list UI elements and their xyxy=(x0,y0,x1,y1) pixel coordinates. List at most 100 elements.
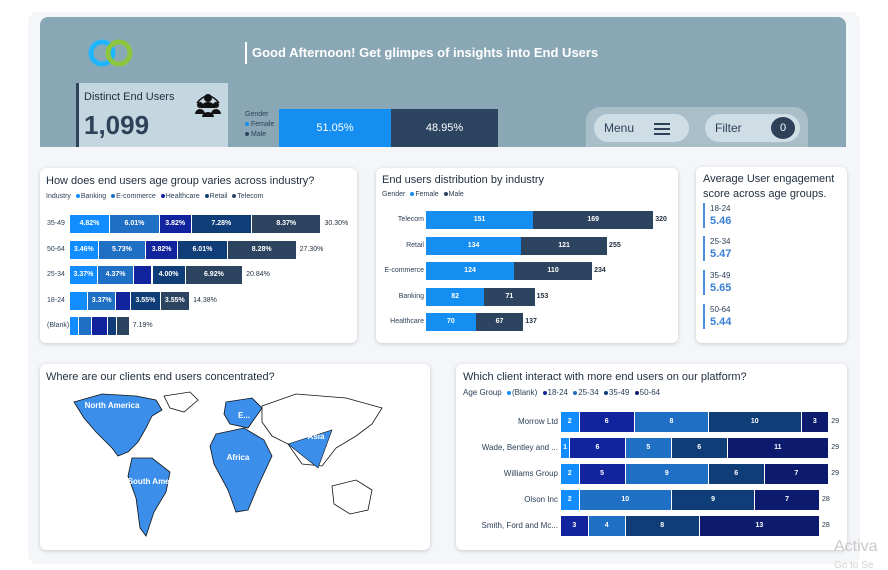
bar-segment[interactable]: 3.55% xyxy=(160,291,191,310)
bar-segment[interactable]: 2 xyxy=(561,490,580,510)
bar-segment[interactable] xyxy=(116,291,132,310)
bar-segment[interactable]: 3.37% xyxy=(88,291,117,310)
male-segment[interactable]: 67 xyxy=(475,313,524,331)
gender-legend-female: Female xyxy=(251,121,275,128)
row-total: 30.30% xyxy=(324,220,349,227)
kpi-value: 1,099 xyxy=(84,110,150,140)
male-segment[interactable]: 71 xyxy=(484,287,535,306)
legend-healthcare: Healthcare xyxy=(165,193,200,200)
bar-segment[interactable]: 8 xyxy=(635,412,709,432)
row-label: Retail xyxy=(406,241,424,249)
bar-segment[interactable]: 3 xyxy=(801,412,830,432)
legend-banking: Banking xyxy=(80,193,107,200)
south-america-region[interactable] xyxy=(127,457,171,537)
bar-segment[interactable]: 2 xyxy=(561,464,580,484)
bar-segment[interactable]: 6 xyxy=(570,438,626,458)
australia-shape xyxy=(331,479,373,515)
engagement-title-line1: Average User engagement xyxy=(703,173,835,185)
male-segment[interactable]: 169 xyxy=(533,211,654,229)
blank-dot-icon xyxy=(506,390,511,395)
bar-segment[interactable]: 6 xyxy=(672,438,728,458)
legend-50-64: 50-64 xyxy=(639,388,661,397)
kpi-label: Distinct End Users xyxy=(84,91,175,103)
row-label: (Blank) xyxy=(47,322,70,329)
filter-button[interactable]: Filter 0 xyxy=(705,114,800,142)
africa-region[interactable] xyxy=(209,427,273,513)
bar-segment[interactable]: 9 xyxy=(672,490,756,510)
male-segment[interactable]: 110 xyxy=(514,262,593,280)
bar-segment[interactable]: 6 xyxy=(579,412,635,432)
female-share-bar[interactable]: 51.05% xyxy=(279,109,391,147)
male-segment[interactable]: 121 xyxy=(521,236,608,255)
bar-segment[interactable]: 6.01% xyxy=(110,215,160,233)
bar-segment[interactable]: 4 xyxy=(588,516,626,536)
bar-segment[interactable]: 10 xyxy=(579,490,672,510)
row-total: 7.19% xyxy=(132,322,153,329)
bar-segment[interactable]: 7 xyxy=(755,490,820,510)
bar-segment[interactable]: 13 xyxy=(699,516,820,536)
bar-segment[interactable] xyxy=(108,317,118,335)
row-total: 29 xyxy=(831,444,840,451)
client-label: Smith, Ford and Mc... xyxy=(481,521,558,530)
bar-segment[interactable]: 7.28% xyxy=(191,215,253,233)
bar-segment[interactable]: 1 xyxy=(561,438,571,458)
row-total: 255 xyxy=(609,241,621,249)
bar-segment[interactable]: 9 xyxy=(625,464,709,484)
bar-segment[interactable]: 3.82% xyxy=(146,240,178,259)
bar-segment[interactable]: 6.01% xyxy=(177,240,228,259)
bar-segment[interactable]: 3.37% xyxy=(70,266,98,284)
female-segment[interactable]: 82 xyxy=(426,287,485,306)
bar-segment[interactable] xyxy=(117,317,130,335)
client-label: Morrow Ltd xyxy=(517,417,558,426)
bar-segment[interactable] xyxy=(134,266,153,284)
row-total: 28 xyxy=(822,522,830,529)
legend-25-34: 25-34 xyxy=(578,388,599,397)
bar-segment[interactable]: 11 xyxy=(727,438,830,458)
bar-segment[interactable] xyxy=(91,317,109,335)
bar-segment[interactable]: 3 xyxy=(561,516,589,536)
bar-segment[interactable] xyxy=(70,291,89,310)
row-label: Banking xyxy=(398,292,424,300)
female-segment[interactable]: 134 xyxy=(426,236,522,255)
industry-dist-title: End users distribution by industry xyxy=(382,174,545,186)
bar-segment[interactable]: 6 xyxy=(709,464,765,484)
engagement-age-label: 25-34 xyxy=(710,237,731,246)
bar-segment[interactable]: 4.00% xyxy=(152,266,186,284)
bar-segment[interactable]: 3.82% xyxy=(159,215,192,233)
row-label: 35-49 xyxy=(47,220,65,227)
bar-segment[interactable] xyxy=(79,317,92,335)
bar-segment[interactable]: 10 xyxy=(709,412,802,432)
bar-segment[interactable]: 8.37% xyxy=(252,215,322,233)
bar-segment[interactable]: 3.46% xyxy=(70,240,99,259)
bar-segment[interactable]: 2 xyxy=(561,412,580,432)
bar-segment[interactable]: 4.82% xyxy=(70,215,110,233)
engagement-score: 5.65 xyxy=(710,282,732,294)
logo-icon xyxy=(88,39,133,67)
industry-legend-title: Industry xyxy=(46,193,71,200)
age-50-64-dot-icon xyxy=(634,390,639,395)
row-label: 18-24 xyxy=(47,296,65,304)
bar-segment[interactable]: 5.73% xyxy=(98,240,147,259)
bar-segment[interactable]: 4.37% xyxy=(97,266,135,284)
bar-segment[interactable]: 6.92% xyxy=(185,266,244,284)
row-total: 14.38% xyxy=(193,296,217,304)
engagement-score: 5.47 xyxy=(710,248,732,260)
world-map[interactable]: North America E... Asia Africa South Ame… xyxy=(66,386,406,542)
female-segment[interactable]: 151 xyxy=(426,211,534,229)
bar-segment[interactable]: 8 xyxy=(625,516,700,536)
bar-segment[interactable]: 8.28% xyxy=(227,240,297,259)
female-segment[interactable]: 70 xyxy=(426,313,476,331)
male-dot-icon xyxy=(245,132,249,137)
gender-dist-legend: Gender Female Male xyxy=(382,191,464,198)
bar-segment[interactable] xyxy=(70,317,80,335)
male-share-bar[interactable]: 48.95% xyxy=(391,109,498,147)
client-label: Olson Inc xyxy=(524,495,558,504)
female-segment[interactable]: 124 xyxy=(426,262,515,280)
bar-segment[interactable]: 7 xyxy=(764,464,830,484)
distinct-users-card: Distinct End Users 1,099 xyxy=(76,83,228,147)
bar-segment[interactable]: 5 xyxy=(625,438,672,458)
row-total: 20.84% xyxy=(246,271,270,278)
menu-button[interactable]: Menu xyxy=(594,114,689,142)
bar-segment[interactable]: 3.55% xyxy=(131,291,161,310)
bar-segment[interactable]: 5 xyxy=(579,464,626,484)
